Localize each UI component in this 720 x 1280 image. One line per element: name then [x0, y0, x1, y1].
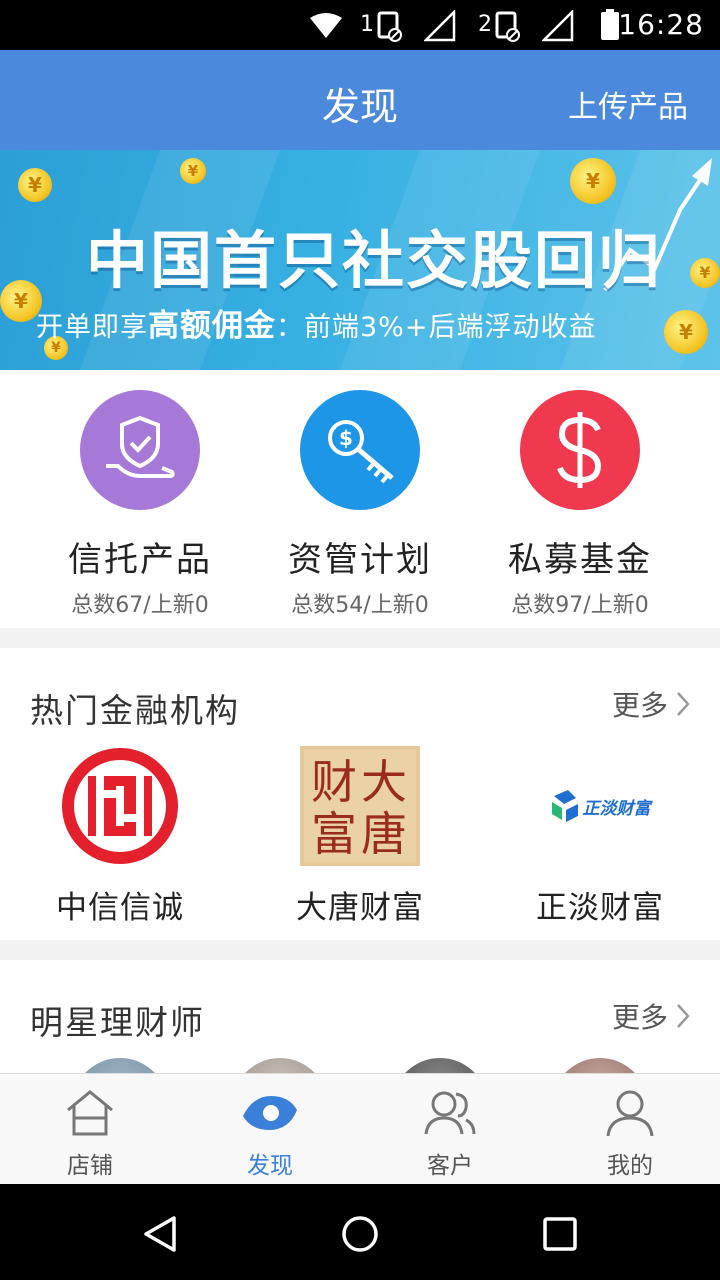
- institution-name: 正淡财富: [536, 890, 664, 926]
- category-trust-products[interactable]: 信托产品 总数67/上新0: [20, 390, 260, 619]
- tab-me[interactable]: 我的: [540, 1088, 720, 1180]
- profile-icon: [606, 1090, 654, 1137]
- bottom-tab-bar: 店铺 发现 客户 我的: [0, 1073, 720, 1184]
- sim2-icon: [495, 11, 520, 42]
- tab-label: 发现: [247, 1153, 293, 1179]
- tab-label: 我的: [607, 1153, 653, 1179]
- section-title: 明星理财师: [30, 1003, 205, 1042]
- seal-char: 唐: [361, 807, 407, 861]
- tab-label: 店铺: [67, 1153, 113, 1179]
- svg-text:$: $: [339, 426, 353, 450]
- banner-subtitle-suffix: ：前端3%+后端浮动收益: [276, 312, 597, 343]
- coin-icon: ¥: [690, 258, 720, 288]
- tab-customers[interactable]: 客户: [360, 1088, 540, 1180]
- tab-discover[interactable]: 发现: [180, 1088, 360, 1180]
- institutions-more-button[interactable]: 更多: [612, 684, 690, 724]
- coin-icon: ¥: [570, 158, 616, 204]
- datang-seal-logo: 大 唐 财 富: [300, 746, 420, 866]
- hand-shield-icon: [80, 390, 200, 510]
- seal-char: 财: [311, 755, 357, 809]
- institution-name: 中信信诚: [56, 890, 184, 926]
- product-categories: 信托产品 总数67/上新0 $ 资管计划 总数54/上新0 私募基金 总数97/…: [0, 370, 720, 628]
- advisor-avatar[interactable]: [552, 1058, 648, 1073]
- star-advisors-section: 明星理财师 更多: [0, 960, 720, 1073]
- category-name: 私募基金: [508, 540, 652, 580]
- tab-store[interactable]: 店铺: [0, 1088, 180, 1180]
- advisor-avatar[interactable]: [72, 1058, 168, 1073]
- advisor-avatar[interactable]: [392, 1058, 488, 1073]
- banner-subtitle-prefix: 开单即享: [36, 312, 148, 343]
- institution-citic[interactable]: 中信信诚: [0, 746, 240, 927]
- eye-icon: [243, 1096, 297, 1130]
- category-name: 资管计划: [288, 540, 432, 580]
- back-icon[interactable]: [140, 1214, 180, 1254]
- category-count: 总数67/上新0: [71, 593, 209, 618]
- category-count: 总数97/上新0: [511, 593, 649, 618]
- chevron-right-icon: [677, 692, 690, 716]
- status-time: 16:28: [618, 8, 704, 41]
- promo-banner[interactable]: ¥ ¥ ¥ ¥ ¥ ¥ ¥ 中国首只社交股回归 开单即享高额佣金：前端3%+后端…: [0, 150, 720, 370]
- customers-icon: [424, 1091, 476, 1135]
- signal1-icon: [424, 10, 456, 42]
- category-asset-management[interactable]: $ 资管计划 总数54/上新0: [240, 390, 480, 619]
- tab-label: 客户: [427, 1153, 473, 1179]
- coin-icon: ¥: [18, 168, 52, 202]
- dollar-icon: [520, 390, 640, 510]
- seal-char: 富: [311, 807, 357, 861]
- seal-char: 大: [361, 755, 407, 809]
- zhengdan-logo-text: 正淡财富: [582, 798, 651, 819]
- category-count: 总数54/上新0: [291, 593, 429, 618]
- category-name: 信托产品: [68, 540, 212, 580]
- coin-icon: ¥: [664, 310, 708, 354]
- banner-subtitle: 开单即享高额佣金：前端3%+后端浮动收益: [36, 300, 596, 345]
- key-coin-icon: $: [300, 390, 420, 510]
- app-header: 发现 上传产品: [0, 50, 720, 150]
- sim1-icon: [377, 11, 402, 42]
- more-label: 更多: [611, 1001, 668, 1034]
- status-bar: 1 2 16:28: [0, 0, 720, 50]
- store-icon: [67, 1090, 113, 1136]
- hot-institutions-section: 热门金融机构 更多 中信信诚 大 唐 财 富 大唐财富 正淡财富 正淡财富: [0, 648, 720, 940]
- recents-icon[interactable]: [542, 1216, 578, 1252]
- signal2-icon: [542, 10, 574, 42]
- banner-subtitle-highlight: 高额佣金: [148, 308, 276, 344]
- advisor-avatar[interactable]: [232, 1058, 328, 1073]
- institution-datang[interactable]: 大 唐 财 富 大唐财富: [240, 746, 480, 927]
- more-label: 更多: [611, 689, 668, 722]
- institution-name: 大唐财富: [296, 890, 424, 926]
- coin-icon: ¥: [180, 158, 206, 184]
- section-title: 热门金融机构: [30, 691, 240, 730]
- citic-logo: [60, 746, 180, 866]
- category-private-fund[interactable]: 私募基金 总数97/上新0: [460, 390, 700, 619]
- zhengdan-logo: 正淡财富: [530, 746, 670, 866]
- home-icon[interactable]: [340, 1214, 380, 1254]
- advisors-more-button[interactable]: 更多: [612, 996, 690, 1036]
- institution-zhengdan[interactable]: 正淡财富 正淡财富: [480, 746, 720, 927]
- upload-product-button[interactable]: 上传产品: [568, 82, 688, 126]
- sim1-label: 1: [360, 12, 374, 37]
- sim2-label: 2: [478, 12, 492, 37]
- chevron-right-icon: [677, 1004, 690, 1028]
- wifi-icon: [310, 13, 342, 38]
- system-navigation-bar: [0, 1184, 720, 1280]
- banner-title: 中国首只社交股回归: [86, 224, 663, 297]
